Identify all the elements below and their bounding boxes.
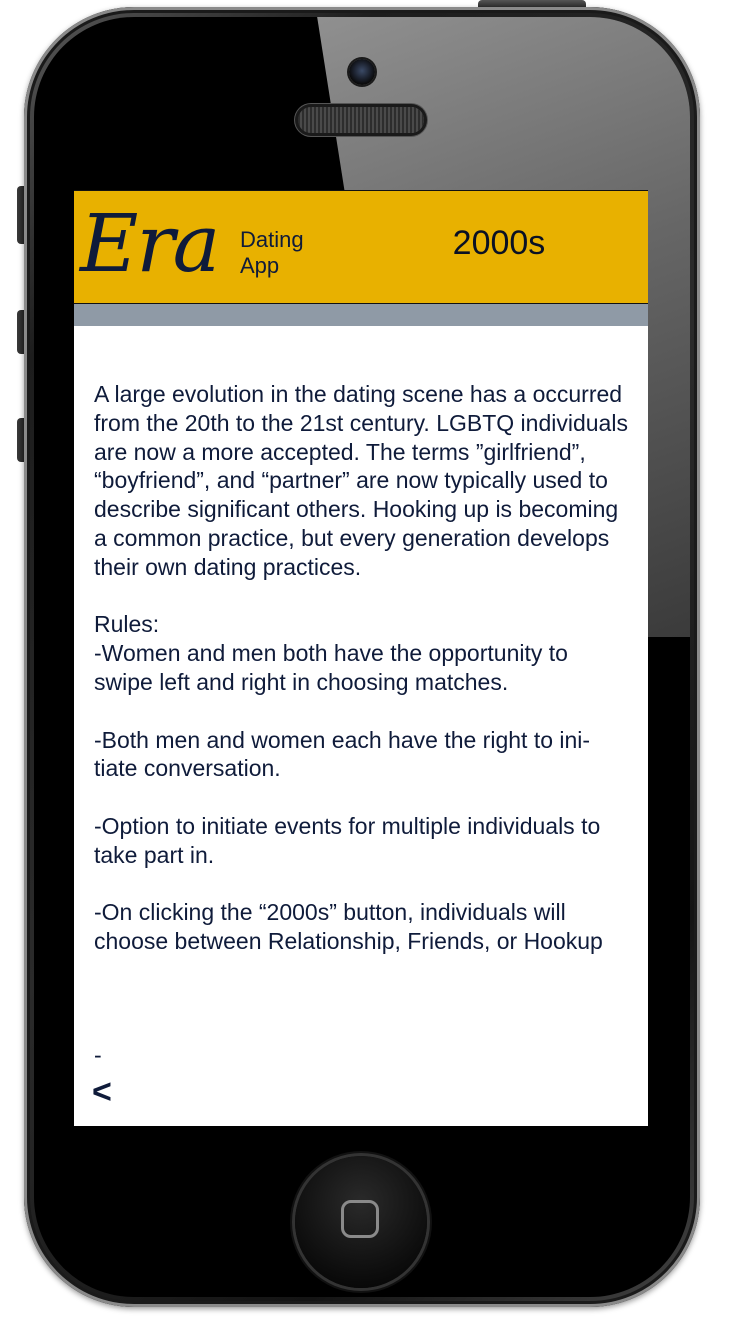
trailing-dash: - — [94, 1042, 102, 1068]
app-logo: Era — [80, 197, 220, 290]
logo-subtitle-line1: Dating — [240, 227, 304, 252]
rule-item: -Option to initiate events for multiple … — [94, 812, 601, 868]
rule-item: -Women and men both have the opportunity… — [94, 640, 568, 695]
rules-heading: Rules: — [94, 611, 160, 638]
era-2000s-button[interactable]: 2000s — [434, 221, 564, 265]
app-screen: Era Dating App 2000s A large evolution i… — [74, 190, 648, 1126]
home-button[interactable] — [295, 1156, 427, 1288]
home-square-icon — [341, 1200, 379, 1238]
logo-subtitle-line2: App — [240, 253, 280, 278]
intro-paragraph: A large evolution in the dating scene ha… — [94, 381, 628, 580]
header-subbar — [74, 304, 648, 326]
rule-item: -Both men and women each have the right … — [94, 726, 591, 782]
era-description: A large evolution in the dating scene ha… — [94, 380, 629, 956]
phone-mockup: Era Dating App 2000s A large evolution i… — [0, 0, 750, 1334]
app-header: Era Dating App 2000s — [74, 190, 648, 304]
rule-item: -On clicking the “2000s” button, individ… — [94, 899, 603, 955]
speaker-grille-icon — [298, 107, 424, 133]
logo-subtitle: Dating App — [240, 227, 304, 279]
back-button[interactable]: < — [92, 1072, 126, 1112]
camera-icon — [349, 59, 375, 85]
